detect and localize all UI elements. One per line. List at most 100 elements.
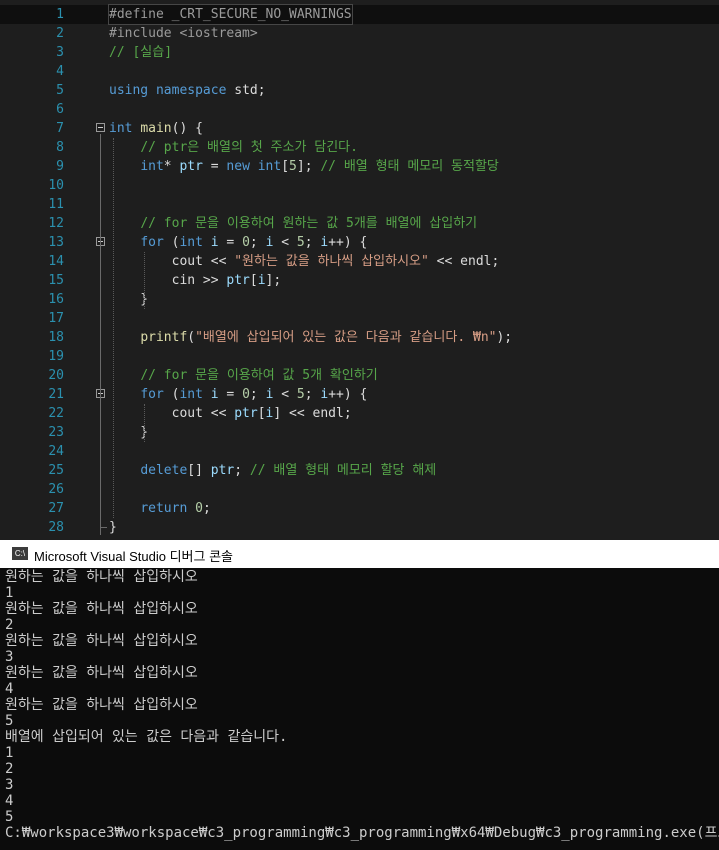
code-line[interactable]: 28} bbox=[0, 518, 719, 537]
code-token: ( bbox=[187, 330, 196, 345]
line-number: 4 bbox=[56, 64, 64, 79]
code-token: delete bbox=[140, 463, 188, 478]
code-token: = bbox=[218, 387, 243, 402]
code-line[interactable]: 19 bbox=[0, 347, 719, 366]
code-token: i bbox=[320, 387, 329, 402]
code-line[interactable]: 9 int* ptr = new int[5]; // 배열 형태 메모리 동적… bbox=[0, 157, 719, 176]
line-number: 3 bbox=[56, 45, 64, 60]
code-line[interactable]: 16 } bbox=[0, 290, 719, 309]
code-token: 5 bbox=[296, 387, 305, 402]
code-token: ; bbox=[249, 235, 266, 250]
console-line: 원하는 값을 하나씩 삽입하시오 bbox=[5, 601, 198, 617]
console-line: C:₩workspace3₩workspace₩c3_programming₩c… bbox=[5, 825, 719, 841]
console-line: 5 bbox=[5, 809, 14, 825]
code-line[interactable]: 11 bbox=[0, 195, 719, 214]
code-token: () { bbox=[171, 121, 203, 136]
code-token: new bbox=[226, 159, 250, 174]
console-line: 원하는 값을 하나씩 삽입하시오 bbox=[5, 665, 198, 681]
code-token: int bbox=[140, 159, 164, 174]
code-token: int bbox=[179, 387, 203, 402]
indent-guide bbox=[144, 404, 145, 442]
code-token: ++) { bbox=[328, 387, 368, 402]
code-line[interactable]: 24 bbox=[0, 442, 719, 461]
code-token: cout << bbox=[109, 406, 235, 421]
code-text: for (int i = 0; i < 5; i++) { bbox=[109, 385, 367, 404]
code-editor[interactable]: 1 #define _CRT_SECURE_NO_WARNINGS 2 #includ… bbox=[0, 0, 719, 540]
code-line[interactable]: 2 #include <iostream> bbox=[0, 24, 719, 43]
code-token: ; bbox=[202, 501, 211, 516]
code-token: // for 문을 이용하여 값 5개 확인하기 bbox=[140, 368, 378, 383]
code-token: cout << bbox=[109, 254, 235, 269]
code-line[interactable]: 27 return 0; bbox=[0, 499, 719, 518]
code-text: // for 문을 이용하여 원하는 값 5개를 배열에 삽입하기 bbox=[109, 214, 477, 233]
line-number: 19 bbox=[48, 349, 64, 364]
code-token: } bbox=[109, 425, 149, 440]
code-token: int bbox=[179, 235, 203, 250]
fold-toggle-icon[interactable] bbox=[96, 123, 105, 132]
code-token: std; bbox=[226, 83, 266, 98]
code-line[interactable]: 25 delete[] ptr; // 배열 형태 메모리 할당 해제 bbox=[0, 461, 719, 480]
line-number: 17 bbox=[48, 311, 64, 326]
console-output[interactable]: 원하는 값을 하나씩 삽입하시오 1 원하는 값을 하나씩 삽입하시오 2 원하는 값을… bbox=[0, 568, 719, 850]
code-line[interactable]: 17 bbox=[0, 309, 719, 328]
line-number: 24 bbox=[48, 444, 64, 459]
line-number: 28 bbox=[48, 520, 64, 535]
code-text: cout << ptr[i] << endl; bbox=[109, 404, 352, 423]
code-line[interactable]: 13 for (int i = 0; i < 5; i++) { bbox=[0, 233, 719, 252]
code-line[interactable]: 22 cout << ptr[i] << endl; bbox=[0, 404, 719, 423]
line-number: 2 bbox=[56, 26, 64, 41]
code-token: 0 bbox=[195, 501, 203, 516]
console-line: 3 bbox=[5, 777, 14, 793]
code-line[interactable]: 23 } bbox=[0, 423, 719, 442]
code-line[interactable]: 8 // ptr은 배열의 첫 주소가 담긴다. bbox=[0, 138, 719, 157]
line-number: 23 bbox=[48, 425, 64, 440]
code-line[interactable]: 21 for (int i = 0; i < 5; i++) { bbox=[0, 385, 719, 404]
code-token: for bbox=[140, 387, 164, 402]
code-line[interactable]: 5 using namespace std; bbox=[0, 81, 719, 100]
code-token: i bbox=[210, 235, 219, 250]
console-line: 3 bbox=[5, 649, 14, 665]
code-token: [] bbox=[187, 463, 211, 478]
code-text: printf("배열에 삽입되어 있는 값은 다음과 같습니다. ₩n"); bbox=[109, 328, 512, 347]
code-token: ; bbox=[249, 387, 266, 402]
line-number: 9 bbox=[56, 159, 64, 174]
code-line[interactable]: 26 bbox=[0, 480, 719, 499]
code-line[interactable]: 4 bbox=[0, 62, 719, 81]
code-token: 0 bbox=[242, 387, 250, 402]
code-text: cin >> ptr[i]; bbox=[109, 271, 282, 290]
code-line[interactable]: 1 #define _CRT_SECURE_NO_WARNINGS bbox=[0, 4, 719, 25]
code-line[interactable]: 7 int main() { bbox=[0, 119, 719, 138]
line-number: 26 bbox=[48, 482, 64, 497]
code-token: 0 bbox=[242, 235, 250, 250]
code-line[interactable]: 15 cin >> ptr[i]; bbox=[0, 271, 719, 290]
code-token: << endl; bbox=[428, 254, 500, 269]
code-token: #include <iostream> bbox=[109, 26, 258, 41]
code-token: int bbox=[109, 121, 133, 136]
console-title-bar[interactable]: C:\ Microsoft Visual Studio 디버그 콘솔 bbox=[0, 540, 719, 568]
code-token: "배열에 삽입되어 있는 값은 다음과 같습니다. ₩n" bbox=[195, 330, 497, 345]
code-token: = bbox=[202, 159, 227, 174]
code-text: } bbox=[109, 518, 117, 537]
code-line[interactable]: 14 cout << "원하는 값을 하나씩 삽입하시오" << endl; bbox=[0, 252, 719, 271]
code-token: "원하는 값을 하나씩 삽입하시오" bbox=[234, 254, 429, 269]
code-line[interactable]: 3 // [실습] bbox=[0, 43, 719, 62]
line-number: 7 bbox=[56, 121, 64, 136]
code-token: ptr bbox=[179, 159, 203, 174]
line-number: 27 bbox=[48, 501, 64, 516]
console-line: 4 bbox=[5, 681, 14, 697]
code-token: 5 bbox=[289, 159, 297, 174]
line-number: 15 bbox=[48, 273, 64, 288]
code-token: for bbox=[140, 235, 164, 250]
code-line[interactable]: 20 // for 문을 이용하여 값 5개 확인하기 bbox=[0, 366, 719, 385]
line-number: 22 bbox=[48, 406, 64, 421]
code-token: ]; bbox=[296, 159, 321, 174]
code-text: #include <iostream> bbox=[109, 24, 258, 43]
code-token: ptr bbox=[210, 463, 235, 478]
code-line[interactable]: 18 printf("배열에 삽입되어 있는 값은 다음과 같습니다. ₩n")… bbox=[0, 328, 719, 347]
code-line[interactable]: 10 bbox=[0, 176, 719, 195]
code-line[interactable]: 12 // for 문을 이용하여 원하는 값 5개를 배열에 삽입하기 bbox=[0, 214, 719, 233]
code-line[interactable]: 6 bbox=[0, 100, 719, 119]
